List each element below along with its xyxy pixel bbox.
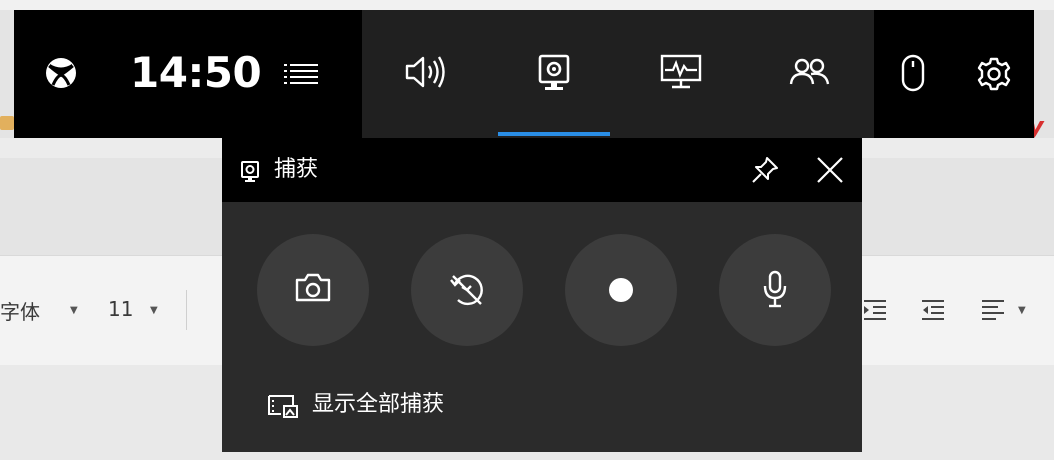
capture-widget-icon xyxy=(241,161,259,182)
background-window-top xyxy=(0,0,1054,10)
clock: 14:50 xyxy=(130,48,262,97)
camera-icon xyxy=(295,273,331,302)
font-name-select[interactable]: 字体 xyxy=(0,296,40,325)
font-size-select[interactable]: 11 xyxy=(108,297,133,321)
start-recording-button[interactable] xyxy=(565,234,677,346)
microphone-button[interactable] xyxy=(719,234,831,346)
folder-icon xyxy=(0,116,14,130)
font-name-dropdown-icon[interactable]: ▼ xyxy=(70,305,78,316)
audio-icon xyxy=(405,56,445,88)
social-icon xyxy=(789,58,830,85)
performance-icon xyxy=(660,54,702,89)
close-icon[interactable] xyxy=(815,155,845,185)
screenshot-button[interactable] xyxy=(257,234,369,346)
indent-increase-icon[interactable] xyxy=(862,298,888,320)
tab-capture[interactable] xyxy=(498,10,610,138)
capture-widget: 捕获 显示全部捕获 xyxy=(222,138,862,452)
record-last-30s-button[interactable] xyxy=(411,234,523,346)
capture-widget-header[interactable]: 捕获 xyxy=(222,138,862,202)
record-icon xyxy=(609,278,633,302)
align-left-icon[interactable] xyxy=(980,298,1006,320)
align-dropdown-icon[interactable]: ▼ xyxy=(1018,305,1026,316)
widget-menu-icon[interactable] xyxy=(284,62,320,84)
indent-decrease-icon[interactable] xyxy=(920,298,946,320)
gallery-icon[interactable] xyxy=(267,394,299,420)
tab-audio[interactable] xyxy=(370,10,482,138)
xbox-logo-icon[interactable] xyxy=(44,56,78,90)
tab-performance[interactable] xyxy=(626,10,738,138)
show-all-captures-link[interactable]: 显示全部捕获 xyxy=(312,391,444,419)
font-size-dropdown-icon[interactable]: ▼ xyxy=(150,305,158,316)
capture-icon xyxy=(538,54,570,90)
settings-icon[interactable] xyxy=(976,56,1012,92)
pin-icon[interactable] xyxy=(750,155,780,185)
active-tab-indicator xyxy=(498,132,610,136)
toolbar-divider xyxy=(186,290,187,330)
capture-widget-title: 捕获 xyxy=(274,157,319,182)
tab-social[interactable] xyxy=(754,10,866,138)
mouse-icon[interactable] xyxy=(901,54,925,92)
microphone-icon xyxy=(763,270,787,308)
record-last-30s-icon xyxy=(450,274,483,306)
